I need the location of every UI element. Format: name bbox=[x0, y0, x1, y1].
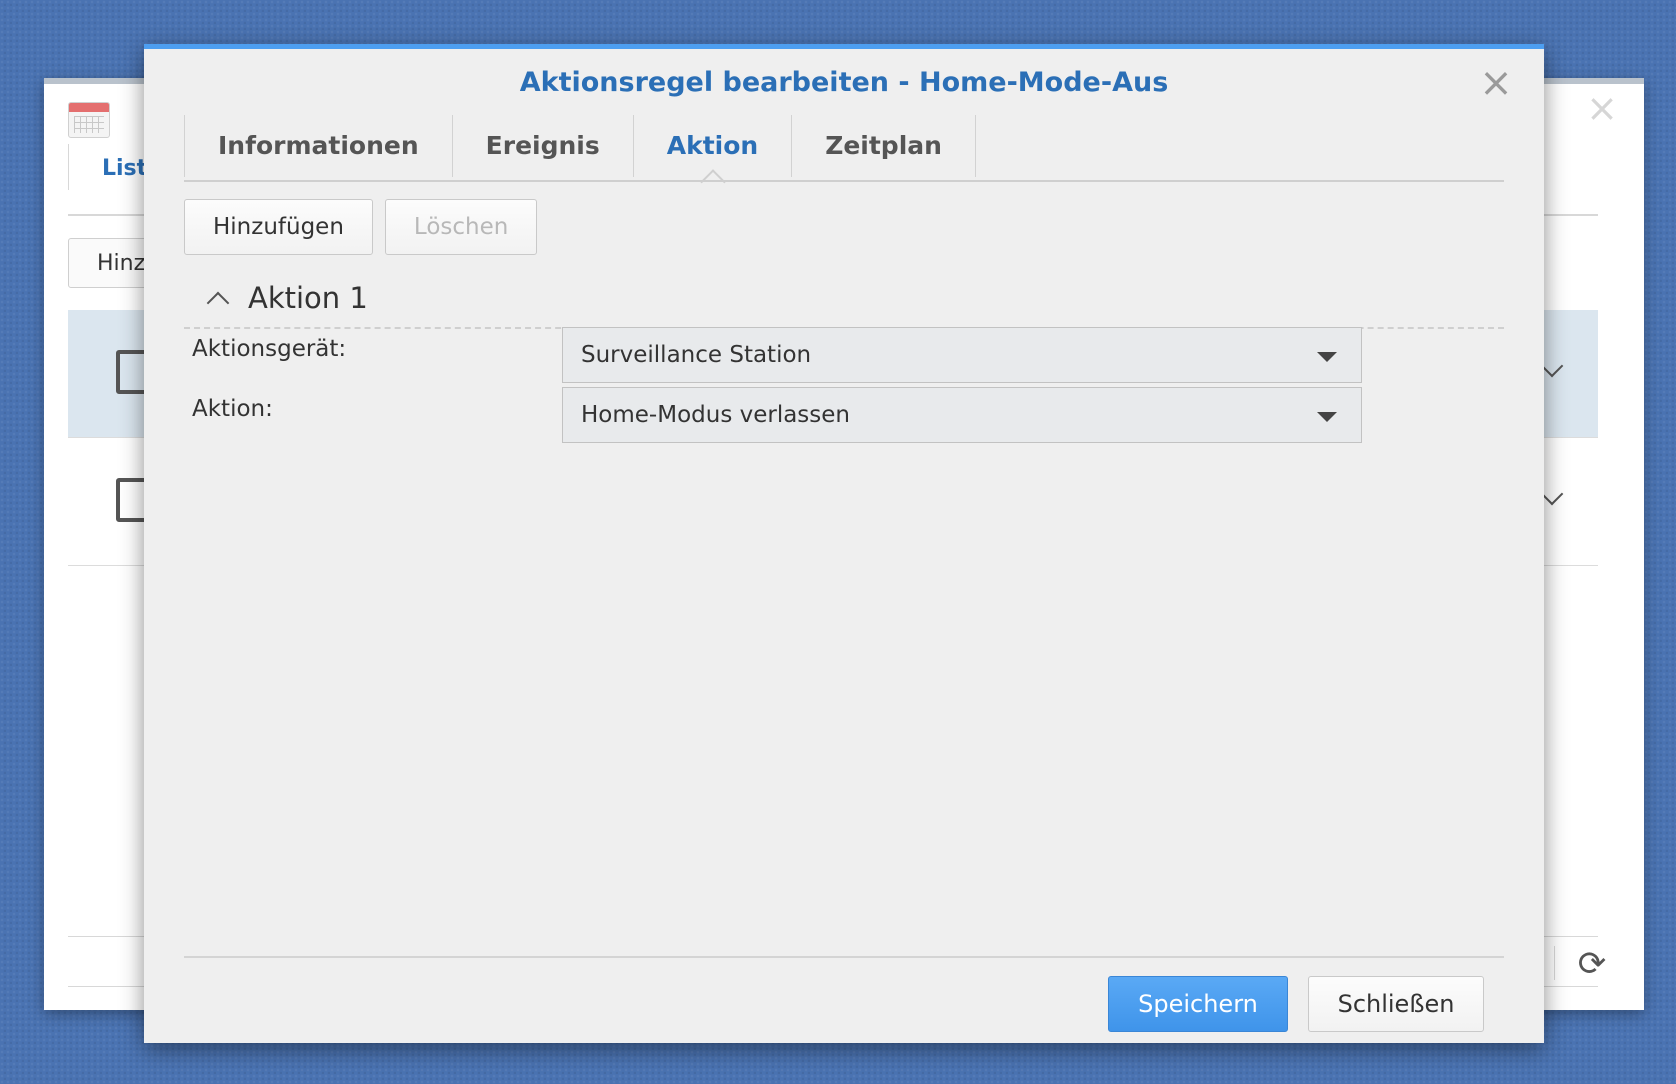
section-title: Aktion 1 bbox=[248, 281, 368, 315]
close-button[interactable]: Schließen bbox=[1308, 976, 1484, 1032]
action-select-value: Home-Modus verlassen bbox=[581, 402, 851, 428]
save-button[interactable]: Speichern bbox=[1108, 976, 1288, 1032]
tab-bar: Informationen Ereignis Aktion Zeitplan bbox=[184, 115, 976, 177]
dialog-title: Aktionsregel bearbeiten - Home-Mode-Aus bbox=[519, 67, 1169, 98]
tab-divider bbox=[184, 180, 1504, 182]
background-tab-list[interactable]: List bbox=[102, 156, 147, 181]
device-label: Aktionsgerät: bbox=[192, 336, 347, 362]
chevron-down-icon[interactable] bbox=[1540, 354, 1564, 378]
caret-down-icon bbox=[1317, 412, 1337, 422]
device-select[interactable]: Surveillance Station bbox=[562, 327, 1362, 383]
action-label: Aktion: bbox=[192, 396, 273, 422]
delete-button: Löschen bbox=[384, 199, 538, 255]
chevron-down-icon[interactable] bbox=[1540, 482, 1564, 506]
footer-divider bbox=[184, 956, 1504, 958]
tab-aktion[interactable]: Aktion bbox=[632, 115, 791, 177]
add-button[interactable]: Hinzufügen bbox=[184, 199, 373, 255]
background-footer-separator bbox=[1554, 946, 1555, 980]
calendar-app-icon bbox=[68, 102, 110, 138]
background-close-icon[interactable]: × bbox=[1584, 89, 1620, 127]
action-section-header: Aktion 1 bbox=[184, 275, 1504, 329]
chevron-up-icon[interactable] bbox=[206, 291, 230, 315]
background-tab-separator bbox=[68, 144, 69, 190]
edit-action-rule-dialog: Aktionsregel bearbeiten - Home-Mode-Aus … bbox=[144, 44, 1544, 1043]
action-select[interactable]: Home-Modus verlassen bbox=[562, 387, 1362, 443]
tab-ereignis[interactable]: Ereignis bbox=[451, 115, 633, 177]
device-select-value: Surveillance Station bbox=[581, 342, 812, 368]
tab-zeitplan[interactable]: Zeitplan bbox=[791, 115, 976, 177]
refresh-icon[interactable]: ⟳ bbox=[1572, 944, 1612, 984]
action-toolbar: Hinzufügen Löschen bbox=[184, 199, 538, 255]
close-icon[interactable]: × bbox=[1478, 63, 1514, 103]
tab-informationen[interactable]: Informationen bbox=[184, 115, 452, 177]
caret-down-icon bbox=[1317, 352, 1337, 362]
